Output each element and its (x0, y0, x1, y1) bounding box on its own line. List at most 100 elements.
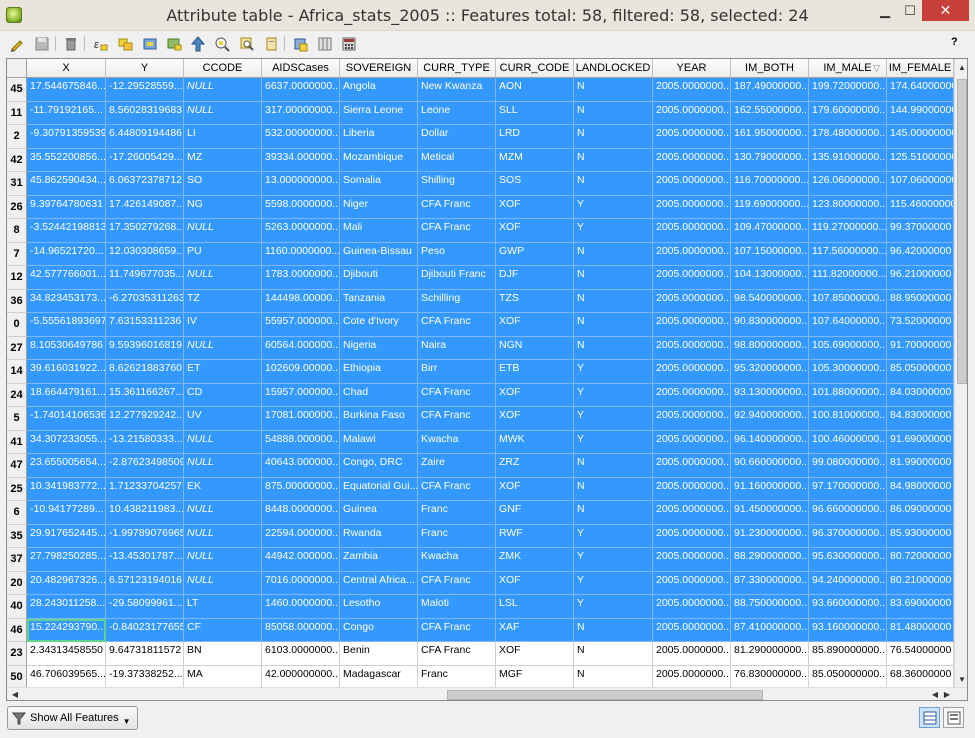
table-cell-ccode[interactable]: NG (184, 195, 262, 219)
table-row[interactable]: 46 15.224293790... -0.84023177655 CF 85058.0… (7, 618, 954, 642)
table-cell-curr-type[interactable]: CFA Franc (418, 477, 496, 501)
table-cell-y[interactable]: -19.37338252... (106, 665, 184, 689)
table-cell-curr-type[interactable]: Naira (418, 336, 496, 360)
select-all-button[interactable] (115, 34, 134, 53)
row-header[interactable]: 41 (7, 430, 27, 454)
table-cell-y[interactable]: -17.26005429... (106, 148, 184, 172)
table-cell-im-both[interactable]: 87.410000000... (731, 618, 809, 642)
table-cell-year[interactable]: 2005.0000000... (653, 266, 731, 290)
table-cell-im-both[interactable]: 88.290000000... (731, 548, 809, 572)
table-cell-im-male[interactable]: 199.72000000... (809, 78, 887, 102)
table-cell-im-male[interactable]: 126.06000000... (809, 172, 887, 196)
table-cell-curr-type[interactable]: Schilling (418, 289, 496, 313)
table-view-button[interactable] (919, 707, 940, 728)
table-cell-im-both[interactable]: 130.79000000... (731, 148, 809, 172)
table-cell-ccode[interactable]: LT (184, 595, 262, 619)
vertical-scrollbar[interactable]: ▲ ▼ (954, 59, 967, 687)
table-cell-x[interactable]: 20.482967326... (27, 571, 106, 595)
row-header[interactable]: 46 (7, 618, 27, 642)
table-cell-im-female[interactable]: 86.09000000 (887, 501, 954, 525)
table-cell-year[interactable]: 2005.0000000... (653, 195, 731, 219)
table-cell-im-female[interactable]: 84.83000000 (887, 407, 954, 431)
table-cell-im-both[interactable]: 98.800000000... (731, 336, 809, 360)
table-cell-curr-code[interactable]: TZS (496, 289, 574, 313)
table-cell-im-female[interactable]: 81.99000000 (887, 454, 954, 478)
table-cell-curr-code[interactable]: LSL (496, 595, 574, 619)
table-cell-y[interactable]: 9.59396016819 (106, 336, 184, 360)
table-cell-curr-code[interactable]: XOF (496, 477, 574, 501)
attribute-table[interactable]: X Y CCODE AIDSCases SOVEREIGN CURR_TYPE CURR_C… (6, 58, 968, 701)
table-cell-year[interactable]: 2005.0000000... (653, 524, 731, 548)
table-cell-im-male[interactable]: 178.48000000... (809, 125, 887, 149)
row-header[interactable]: 40 (7, 595, 27, 619)
table-cell-curr-code[interactable]: SLL (496, 101, 574, 125)
table-cell-year[interactable]: 2005.0000000... (653, 477, 731, 501)
table-cell-y[interactable]: 9.64731811572 (106, 642, 184, 666)
table-row[interactable]: 14 39.616031922... 8.62621883760 ET 102609.0… (7, 360, 954, 384)
table-cell-x[interactable]: 15.224293790... (27, 618, 106, 642)
table-cell-curr-code[interactable]: SOS (496, 172, 574, 196)
table-cell-sovereign[interactable]: Angola (340, 78, 418, 102)
table-cell-year[interactable]: 2005.0000000... (653, 454, 731, 478)
table-cell-aidscases[interactable]: 1160.0000000... (262, 242, 340, 266)
table-cell-curr-type[interactable]: Metical (418, 148, 496, 172)
row-header[interactable]: 42 (7, 148, 27, 172)
table-cell-im-female[interactable]: 91.69000000 (887, 430, 954, 454)
table-cell-aidscases[interactable]: 22594.000000... (262, 524, 340, 548)
table-cell-sovereign[interactable]: Malawi (340, 430, 418, 454)
row-header[interactable]: 0 (7, 313, 27, 337)
table-cell-im-male[interactable]: 105.30000000... (809, 360, 887, 384)
table-cell-im-female[interactable]: 174.64000000 (887, 78, 954, 102)
table-cell-landlocked[interactable]: N (574, 618, 653, 642)
table-cell-curr-code[interactable]: MWK (496, 430, 574, 454)
table-cell-aidscases[interactable]: 42.000000000... (262, 665, 340, 689)
table-cell-curr-type[interactable]: Kwacha (418, 548, 496, 572)
table-cell-curr-type[interactable]: Kwacha (418, 430, 496, 454)
table-cell-aidscases[interactable]: 1460.0000000... (262, 595, 340, 619)
close-button[interactable]: ✕ (922, 0, 969, 21)
table-cell-y[interactable]: 8.56028319683 (106, 101, 184, 125)
select-by-expression-button[interactable]: ε (90, 34, 109, 53)
table-cell-landlocked[interactable]: N (574, 336, 653, 360)
column-header-ccode[interactable]: CCODE (184, 59, 262, 78)
table-cell-sovereign[interactable]: Burkina Faso (340, 407, 418, 431)
row-header[interactable]: 45 (7, 78, 27, 102)
table-row[interactable]: 20 20.482967326... 6.57123194016 NULL 7016.0… (7, 571, 954, 595)
row-header[interactable]: 12 (7, 266, 27, 290)
table-cell-im-female[interactable]: 115.46000000 (887, 195, 954, 219)
table-cell-im-both[interactable]: 91.160000000... (731, 477, 809, 501)
table-cell-im-both[interactable]: 96.140000000... (731, 430, 809, 454)
column-header-sovereign[interactable]: SOVEREIGN (340, 59, 418, 78)
table-cell-im-both[interactable]: 187.49000000... (731, 78, 809, 102)
table-row[interactable]: 24 18.664479161... 15.361166267... CD 15957.… (7, 383, 954, 407)
table-cell-curr-type[interactable]: CFA Franc (418, 219, 496, 243)
table-cell-im-both[interactable]: 90.830000000... (731, 313, 809, 337)
table-cell-curr-type[interactable]: CFA Franc (418, 571, 496, 595)
table-cell-curr-code[interactable]: NGN (496, 336, 574, 360)
table-cell-ccode[interactable]: BN (184, 642, 262, 666)
table-cell-x[interactable]: 39.616031922... (27, 360, 106, 384)
table-cell-y[interactable]: 17.350279268... (106, 219, 184, 243)
table-row[interactable]: 12 42.577766001... 11.749677035... NULL 1783… (7, 266, 954, 290)
table-cell-im-male[interactable]: 123.80000000... (809, 195, 887, 219)
table-cell-ccode[interactable]: SO (184, 172, 262, 196)
table-cell-im-both[interactable]: 90.660000000... (731, 454, 809, 478)
table-cell-landlocked[interactable]: Y (574, 524, 653, 548)
table-cell-ccode[interactable]: CD (184, 383, 262, 407)
table-cell-year[interactable]: 2005.0000000... (653, 289, 731, 313)
row-header[interactable]: 26 (7, 195, 27, 219)
row-header[interactable]: 2 (7, 125, 27, 149)
table-cell-curr-code[interactable]: XAF (496, 618, 574, 642)
table-cell-aidscases[interactable]: 6103.0000000... (262, 642, 340, 666)
table-cell-curr-type[interactable]: New Kwanza (418, 78, 496, 102)
table-cell-aidscases[interactable]: 5598.0000000... (262, 195, 340, 219)
table-cell-aidscases[interactable]: 55957.000000... (262, 313, 340, 337)
table-cell-im-female[interactable]: 88.95000000 (887, 289, 954, 313)
table-cell-im-female[interactable]: 107.06000000 (887, 172, 954, 196)
table-cell-im-female[interactable]: 145.00000000 (887, 125, 954, 149)
table-cell-x[interactable]: 45.862590434... (27, 172, 106, 196)
table-row[interactable]: 36 34.823453173... -6.27035311263 TZ 144498.… (7, 289, 954, 313)
row-header[interactable]: 50 (7, 665, 27, 689)
table-cell-im-male[interactable]: 96.370000000... (809, 524, 887, 548)
scroll-up-arrow-icon[interactable]: ▲ (955, 61, 967, 75)
